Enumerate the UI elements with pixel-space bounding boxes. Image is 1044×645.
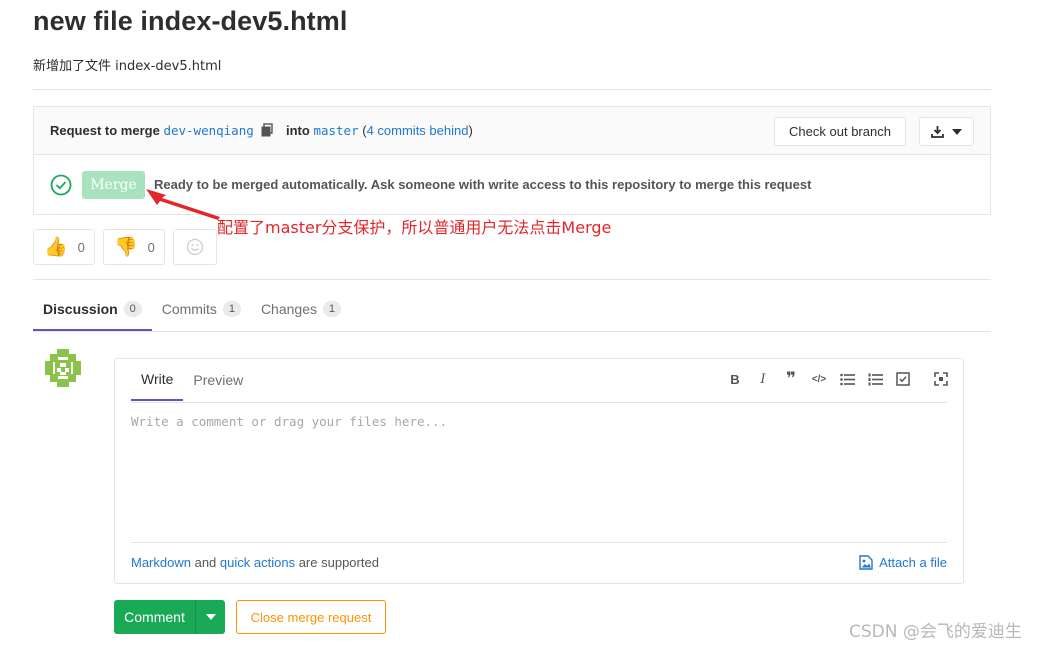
comment-textarea[interactable]: Write a comment or drag your files here.… <box>131 414 447 429</box>
quick-actions-link[interactable]: quick actions <box>220 555 295 570</box>
quote-icon[interactable]: ❞ <box>783 369 799 388</box>
add-reaction-button[interactable] <box>173 229 217 265</box>
merge-request-header: Request to merge dev-wenqiang into maste… <box>34 107 990 155</box>
editor-tabs: Write Preview <box>131 359 253 402</box>
source-branch-link[interactable]: dev-wenqiang <box>163 123 253 138</box>
divider <box>33 331 991 332</box>
thumbs-up-icon: 👍 <box>44 237 68 258</box>
thumbs-down-button[interactable]: 👎 0 <box>103 229 165 265</box>
divider <box>131 542 947 543</box>
attach-file-label: Attach a file <box>879 555 947 570</box>
comment-editor: Write Preview B I ❞ </> Write a comment … <box>114 358 964 584</box>
comment-split-button: Comment <box>114 600 225 634</box>
page-description: 新增加了文件 index-dev5.html <box>33 59 222 74</box>
page-title: new file index-dev5.html <box>33 6 348 36</box>
close-merge-request-button[interactable]: Close merge request <box>236 600 386 634</box>
bullet-list-icon[interactable] <box>839 371 855 387</box>
tab-changes-label: Changes <box>260 301 317 317</box>
attach-file-button[interactable]: Attach a file <box>859 555 947 570</box>
comment-dropdown-toggle[interactable] <box>196 600 225 634</box>
tab-discussion-count: 0 <box>123 300 142 317</box>
footer-supported: are supported <box>298 555 379 570</box>
code-icon[interactable]: </> <box>811 371 827 387</box>
behind-close: ) <box>468 123 473 138</box>
caret-down-icon <box>205 614 216 620</box>
check-out-branch-button[interactable]: Check out branch <box>774 117 906 146</box>
download-icon <box>931 126 944 138</box>
footer-and: and <box>194 555 217 570</box>
editor-toolbar: B I ❞ </> <box>727 369 949 388</box>
image-file-icon <box>859 555 873 570</box>
request-prefix: Request to merge <box>50 123 160 138</box>
copy-icon[interactable] <box>261 123 275 137</box>
numbered-list-icon[interactable] <box>867 371 883 387</box>
thumbs-up-count: 0 <box>77 239 85 255</box>
tab-commits[interactable]: Commits 1 <box>152 288 251 330</box>
comment-button[interactable]: Comment <box>114 600 196 634</box>
markdown-link[interactable]: Markdown <box>131 555 191 570</box>
merge-button[interactable]: Merge <box>82 171 145 199</box>
divider <box>33 279 991 280</box>
merge-status-text: Ready to be merged automatically. Ask so… <box>154 177 812 192</box>
download-dropdown-button[interactable] <box>919 117 974 146</box>
target-branch-link[interactable]: master <box>313 123 358 138</box>
merge-request-tabs: Discussion 0 Commits 1 Changes 1 <box>33 288 351 332</box>
merge-request-summary: Request to merge dev-wenqiang into maste… <box>50 123 473 138</box>
task-list-icon[interactable] <box>895 371 911 387</box>
annotation-text: 配置了master分支保护，所以普通用户无法点击Merge <box>217 218 612 237</box>
into-label: into <box>286 123 310 138</box>
tab-commits-label: Commits <box>161 301 217 317</box>
divider <box>33 89 991 90</box>
tab-changes[interactable]: Changes 1 <box>251 288 351 330</box>
tab-commits-count: 1 <box>222 301 241 317</box>
fullscreen-icon[interactable] <box>933 371 949 387</box>
tab-discussion-label: Discussion <box>43 300 118 317</box>
caret-down-icon <box>952 128 962 135</box>
tab-discussion[interactable]: Discussion 0 <box>33 288 152 331</box>
tab-preview[interactable]: Preview <box>183 359 253 401</box>
divider <box>131 402 947 403</box>
italic-icon[interactable]: I <box>755 371 771 387</box>
smiley-icon <box>186 238 204 256</box>
bold-icon[interactable]: B <box>727 371 743 387</box>
commits-behind-link[interactable]: 4 commits behind <box>367 123 469 138</box>
watermark: CSDN @会飞的爱迪生 <box>849 622 1022 642</box>
avatar <box>43 348 83 388</box>
thumbs-up-button[interactable]: 👍 0 <box>33 229 95 265</box>
check-circle-icon <box>50 174 72 196</box>
thumbs-down-icon: 👎 <box>114 237 138 258</box>
thumbs-down-count: 0 <box>147 239 155 255</box>
tab-write[interactable]: Write <box>131 359 184 401</box>
tab-changes-count: 1 <box>322 301 341 317</box>
editor-footer-hint: Markdown and quick actions are supported <box>131 555 379 570</box>
